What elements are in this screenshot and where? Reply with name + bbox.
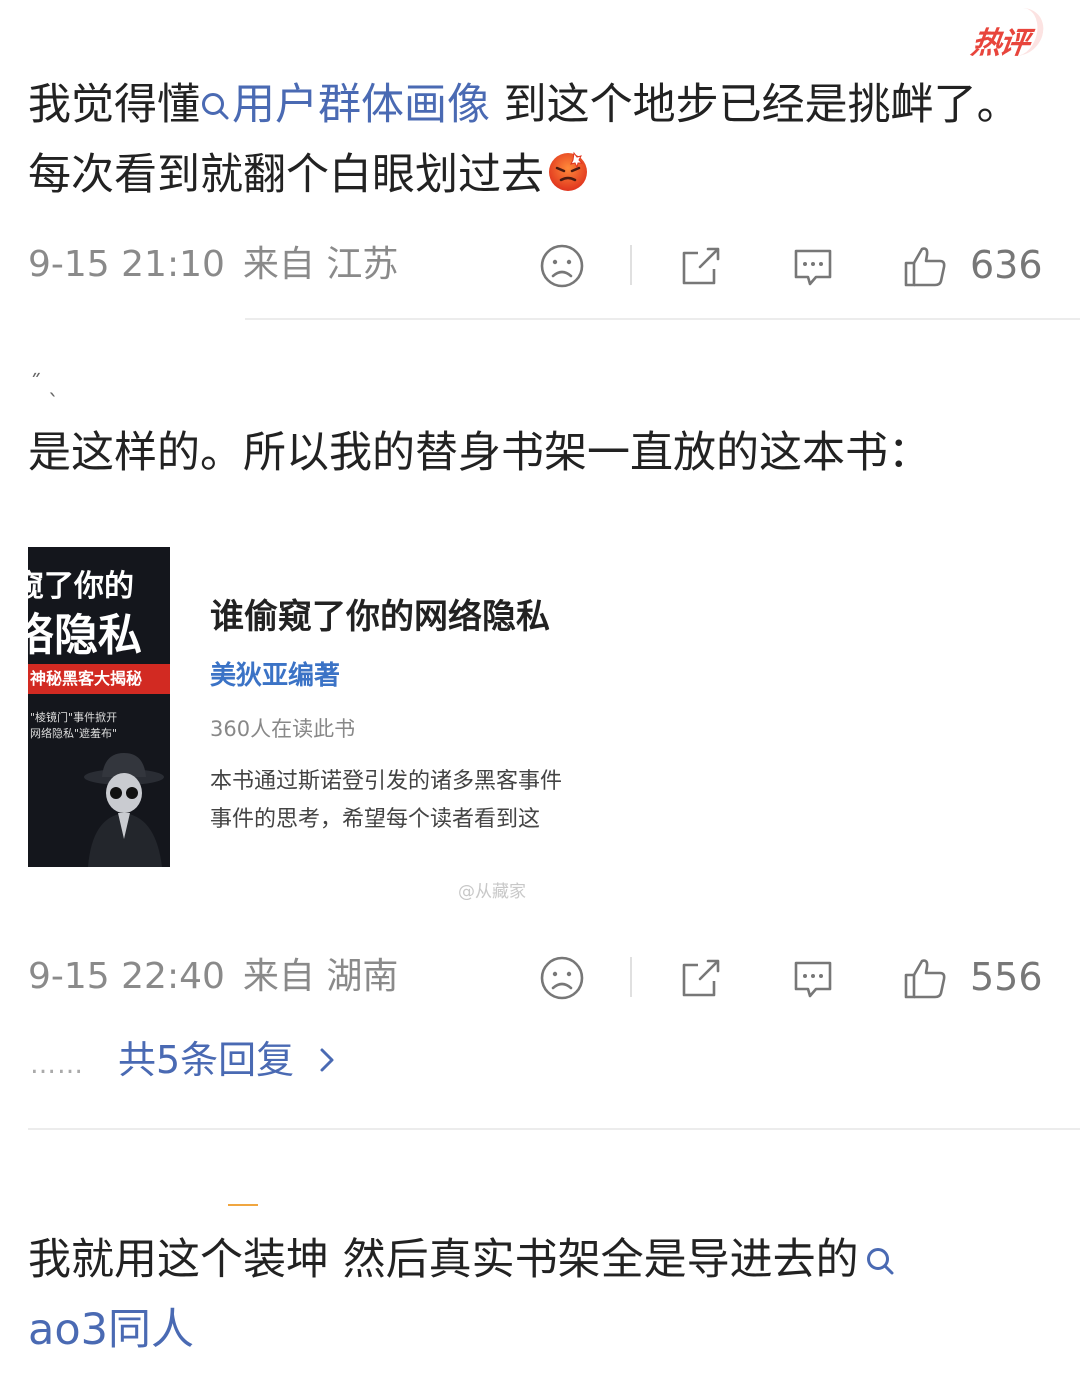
search-icon — [866, 1248, 894, 1275]
action-separator — [630, 245, 632, 285]
topic-link-ao3[interactable]: ao3同人 — [28, 1305, 194, 1355]
share-icon[interactable] — [678, 243, 724, 289]
book-description: 本书通过斯诺登引发的诸多黑客事件 事件的思考，希望每个读者看到这 — [210, 763, 562, 839]
share-icon[interactable] — [678, 955, 724, 1001]
book-card[interactable]: 窥了你的 络隐私 神秘黑客大揭秘 "棱镜门"事件掀开 网络隐私"遮羞布" 谁偷窥… — [28, 547, 568, 902]
comment-3-text: 我就用这个装坤 然后真实书架全是导进去的 ao3同人 — [28, 1225, 1028, 1365]
thumbs-up-icon[interactable] — [902, 955, 948, 1001]
hot-comment-badge: 热评 — [969, 18, 1031, 62]
cover-text-1: "棱镜门"事件掀开 — [30, 711, 118, 724]
comment-icon[interactable] — [790, 955, 836, 1001]
replies-link-label: 共5条回复 — [118, 1038, 295, 1082]
cover-title-line2: 络隐私 — [28, 610, 142, 661]
comment-icon[interactable] — [790, 243, 836, 289]
book-author: 美狄亚编著 — [210, 661, 341, 691]
book-readers-count: 360人在读此书 — [210, 717, 356, 741]
cover-band: 神秘黑客大揭秘 — [28, 664, 170, 694]
decorative-mark — [228, 1204, 258, 1206]
comment-2-location: 来自 湖南 — [242, 956, 399, 997]
angry-face-emoji — [549, 151, 587, 191]
comment-3-text-body: 我就用这个装坤 然后真实书架全是导进去的 — [28, 1235, 859, 1285]
topic-label: 用户群体画像 — [232, 80, 490, 130]
comment-1-actions: 636 — [536, 235, 1046, 295]
sad-face-icon[interactable] — [539, 955, 585, 1001]
replies-dots: …… — [30, 1050, 84, 1080]
comment-1-text-before: 我觉得懂 — [28, 80, 200, 130]
comment-1-meta: 9-15 21:10 来自 江苏 — [28, 235, 398, 295]
divider — [28, 1128, 1080, 1130]
comment-1-time: 9-15 21:10 — [28, 244, 225, 285]
comment-2-meta: 9-15 22:40 来自 湖南 — [28, 947, 398, 1007]
decorative-mark: ˝ ˎ — [30, 372, 59, 397]
divider — [245, 318, 1080, 320]
comment-1-location: 来自 江苏 — [242, 244, 399, 285]
comment-1-like-count: 636 — [970, 243, 1043, 287]
cover-text-2: 网络隐私"遮羞布" — [30, 727, 118, 740]
weibo-watermark: @从藏家 — [458, 882, 526, 902]
view-replies[interactable]: …… 共5条回复 — [30, 1030, 342, 1090]
topic-link-user-profile[interactable]: 用户群体画像 — [200, 80, 490, 130]
book-cover: 窥了你的 络隐私 神秘黑客大揭秘 "棱镜门"事件掀开 网络隐私"遮羞布" — [28, 547, 170, 867]
chevron-right-icon — [320, 1048, 334, 1072]
search-icon — [202, 93, 229, 120]
comment-2-time: 9-15 22:40 — [28, 956, 225, 997]
book-description-line2: 事件的思考，希望每个读者看到这 — [210, 807, 541, 832]
hacker-figure-icon — [84, 753, 164, 867]
comment-2-text: 是这样的。所以我的替身书架一直放的这本书： — [28, 428, 931, 478]
thumbs-up-icon[interactable] — [902, 243, 948, 289]
sad-face-icon[interactable] — [539, 243, 585, 289]
comment-2-actions: 556 — [536, 947, 1046, 1007]
book-description-line1: 本书通过斯诺登引发的诸多黑客事件 — [210, 769, 562, 794]
comment-1-text: 我觉得懂 用户群体画像 到这个地步已经是挑衅了。每次看到就翻个白眼划过去 — [28, 70, 1028, 210]
book-title: 谁偷窥了你的网络隐私 — [210, 597, 550, 637]
comment-2-like-count: 556 — [970, 955, 1043, 999]
action-separator — [630, 957, 632, 997]
